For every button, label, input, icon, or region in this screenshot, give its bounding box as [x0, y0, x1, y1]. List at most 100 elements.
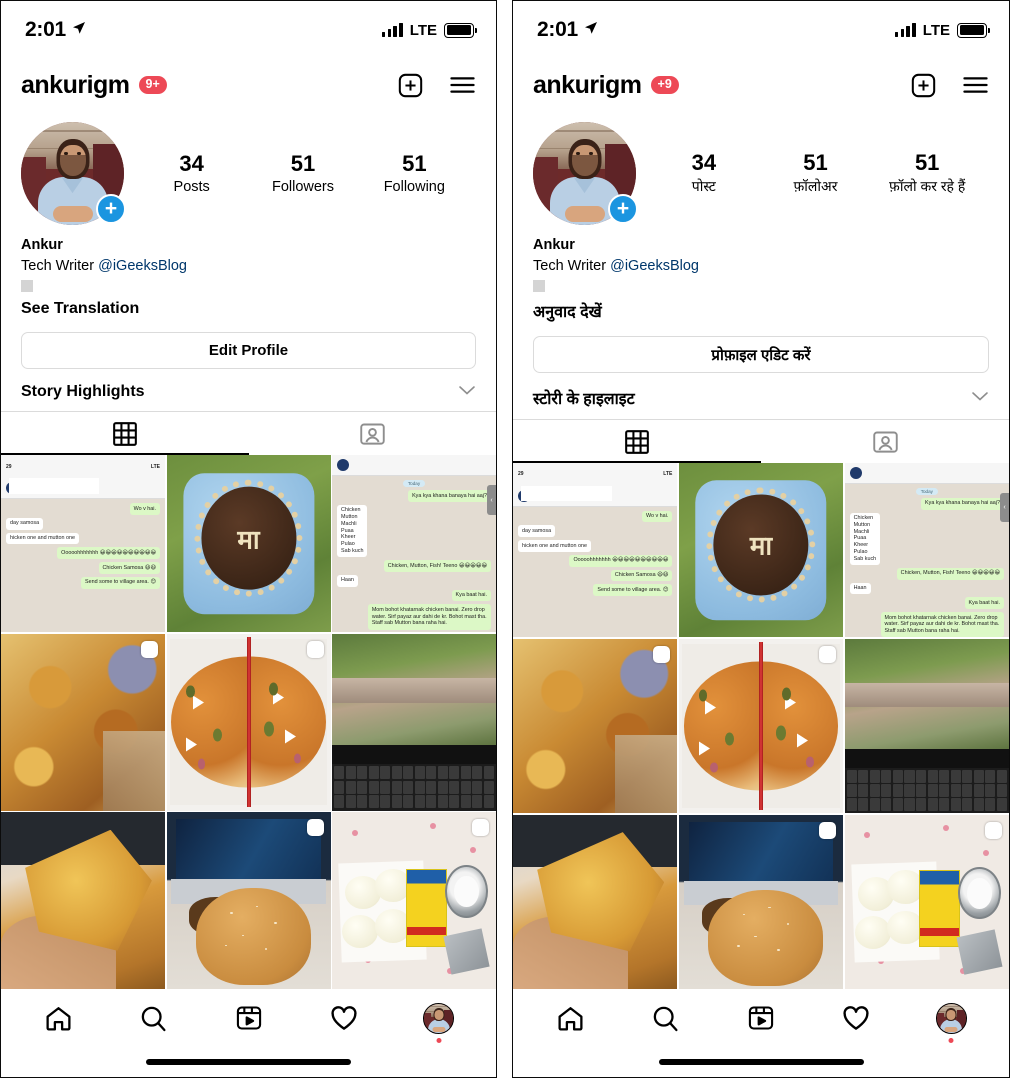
grid-cell[interactable]: [678, 814, 844, 989]
stat-followers-label: फ़ॉलोअर: [793, 178, 838, 195]
add-story-plus-icon[interactable]: +: [608, 193, 638, 224]
grid-cell[interactable]: [1, 633, 165, 811]
bio-mention-link[interactable]: @iGeeksBlog: [610, 258, 699, 274]
grid-cell[interactable]: 29 LTE Wo v hai. day samosa hicken one an…: [513, 463, 678, 638]
plus-square-icon[interactable]: [910, 72, 937, 99]
stat-followers[interactable]: 51 Followers: [247, 151, 358, 194]
chevron-down-icon[interactable]: [458, 383, 476, 401]
wa-message: Chicken Mutton Machli Puaa Kheer Pulao S…: [849, 512, 881, 565]
grid-cell[interactable]: [678, 638, 844, 814]
grid-cell[interactable]: Today Kya kya khana banaya hai aaj? Chic…: [332, 455, 496, 632]
grid-cell[interactable]: मा: [166, 455, 331, 632]
story-highlights-row[interactable]: Story Highlights: [21, 383, 476, 411]
multi-post-icon: [306, 640, 324, 658]
nav-reels-button[interactable]: [736, 996, 786, 1040]
nav-activity-button[interactable]: [319, 996, 369, 1040]
bottom-nav: [513, 989, 1009, 1047]
carrier-label: LTE: [922, 21, 950, 39]
notification-dot: [436, 1038, 441, 1043]
wa-message: Send some to village area. 😊: [81, 576, 160, 589]
grid-cell[interactable]: [332, 633, 496, 811]
profile-tabs: [513, 419, 1009, 463]
nav-home-button[interactable]: [546, 996, 596, 1040]
wa-message: Send some to village area. 😊: [593, 584, 673, 597]
home-indicator-area: [513, 1047, 1009, 1077]
wa-message: Chicken Samosa 😆😆: [610, 569, 673, 582]
bio-role-text: Tech Writer: [533, 258, 611, 274]
multi-post-icon: [306, 819, 324, 836]
bio-emoji-placeholder: [533, 280, 545, 292]
edit-profile-button[interactable]: Edit Profile: [21, 332, 476, 369]
grid-cell[interactable]: [513, 814, 678, 989]
battery-icon: [444, 22, 477, 38]
grid-cell[interactable]: Today Kya kya khana banaya hai aaj? Chic…: [844, 463, 1009, 638]
nav-reels-button[interactable]: [224, 996, 274, 1040]
grid-cell[interactable]: [166, 812, 331, 989]
avatar-with-add-story[interactable]: +: [533, 121, 638, 225]
wa-message: Wo v hai.: [641, 510, 673, 523]
bio-description: Tech Writer @iGeeksBlog: [21, 258, 476, 274]
grid-tab[interactable]: [513, 420, 761, 463]
avatar-with-add-story[interactable]: +: [21, 121, 126, 225]
grid-cell[interactable]: 29 LTE Wo v hai. day samosa hicken one an…: [1, 455, 165, 632]
tagged-tab[interactable]: [249, 412, 497, 455]
profile-row: + 34 Posts 51 Followers 51 Following: [1, 111, 496, 229]
grid-cell[interactable]: मा: [678, 463, 844, 638]
nav-search-button[interactable]: [129, 996, 179, 1040]
bio-mention-link[interactable]: @iGeeksBlog: [98, 258, 187, 274]
wa-message: Mom bohot khatarnak chicken banai. Zero …: [367, 604, 491, 630]
grid-cell[interactable]: [166, 633, 331, 811]
nav-profile-button[interactable]: [926, 996, 976, 1043]
nav-home-button[interactable]: [34, 996, 84, 1040]
username-button[interactable]: ankurigm 9+: [21, 71, 167, 100]
see-translation-link[interactable]: See Translation: [21, 300, 476, 318]
grid-cell[interactable]: [844, 814, 1009, 989]
stat-followers[interactable]: 51 फ़ॉलोअर: [760, 150, 872, 196]
multi-post-icon: [472, 819, 489, 836]
hamburger-menu-icon[interactable]: [449, 74, 476, 96]
wa-message: hicken one and mutton one: [518, 540, 592, 552]
wa-message: hicken one and mutton one: [6, 532, 80, 545]
wa-message: Kya kya khana banaya hai aaj?: [408, 490, 491, 502]
stat-posts[interactable]: 34 पोस्ट: [648, 150, 760, 196]
chevron-down-icon[interactable]: [971, 389, 989, 407]
grid-tab[interactable]: [1, 412, 249, 455]
nav-search-button[interactable]: [641, 996, 691, 1040]
stat-following-value: 51: [402, 151, 427, 177]
username-label: ankurigm: [533, 70, 642, 99]
cake-letter: मा: [749, 531, 773, 562]
home-indicator-area: [1, 1047, 496, 1077]
multi-post-icon: [984, 821, 1002, 839]
tagged-tab[interactable]: [761, 420, 1009, 463]
nav-activity-button[interactable]: [831, 996, 881, 1040]
stat-posts[interactable]: 34 Posts: [136, 151, 247, 194]
nav-profile-button[interactable]: [414, 996, 464, 1043]
username-label: ankurigm: [21, 70, 130, 99]
home-indicator[interactable]: [658, 1059, 864, 1065]
stat-following[interactable]: 51 Following: [359, 151, 470, 194]
wa-message: Ooooohhhhhhh 😀😀😀😀😀😀😀😀😀😀: [569, 554, 673, 567]
multi-post-icon: [819, 645, 837, 663]
home-indicator[interactable]: [146, 1059, 351, 1065]
grid-cell[interactable]: [1, 812, 165, 989]
grid-cell[interactable]: [844, 638, 1009, 814]
stat-following-label: Following: [383, 178, 445, 195]
add-story-plus-icon[interactable]: +: [96, 193, 126, 224]
story-highlights-row[interactable]: स्टोरी के हाइलाइट: [533, 387, 989, 419]
grid-cell[interactable]: [513, 638, 678, 814]
username-button[interactable]: ankurigm +9: [533, 71, 679, 100]
wa-message: Wo v hai.: [129, 503, 160, 515]
hamburger-menu-icon[interactable]: [962, 74, 989, 96]
stat-posts-value: 34: [179, 151, 204, 177]
wa-day-pill: Today: [402, 480, 426, 488]
story-highlights-label: Story Highlights: [21, 383, 145, 400]
edit-profile-button[interactable]: प्रोफ़ाइल एडिट करें: [533, 336, 989, 373]
stat-following[interactable]: 51 फ़ॉलो कर रहे हैं: [871, 150, 983, 196]
plus-square-icon[interactable]: [397, 72, 424, 99]
grid-cell[interactable]: [332, 812, 496, 989]
status-bar: 2:01 LTE: [1, 1, 496, 59]
see-translation-link[interactable]: अनुवाद देखें: [533, 300, 989, 322]
wa-message: Chicken Samosa 😆😆: [98, 562, 160, 574]
bio-display-name: Ankur: [21, 237, 63, 253]
signal-bars-icon: [381, 23, 403, 37]
